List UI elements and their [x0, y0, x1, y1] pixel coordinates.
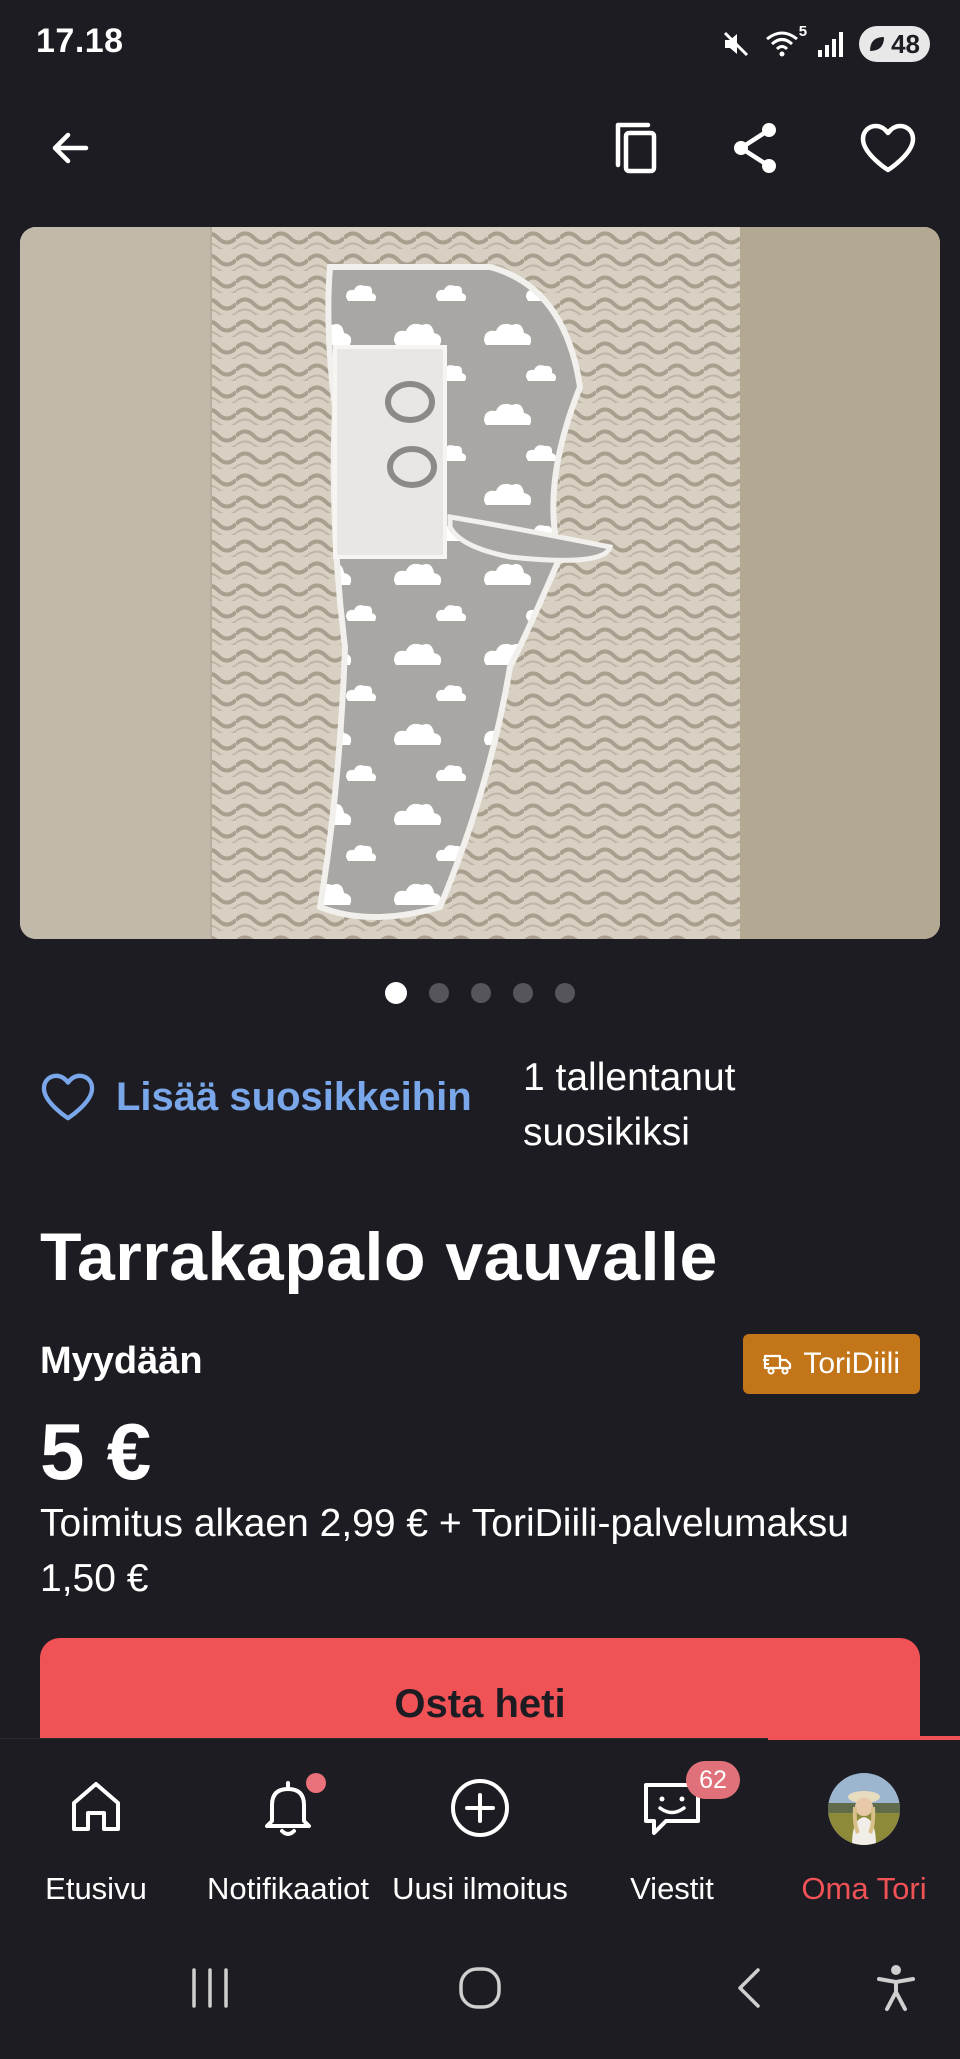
plus-circle-icon — [451, 1779, 509, 1837]
badge-label: ToriDiili — [803, 1347, 900, 1380]
pagination-dot[interactable] — [471, 983, 491, 1003]
status-bar: 17.18 5 48 — [0, 0, 960, 86]
nav-profile[interactable]: Oma Tori — [768, 1739, 960, 1929]
buy-now-label: Osta heti — [394, 1682, 566, 1726]
status-time: 17.18 — [36, 22, 124, 60]
listing-price: 5 € — [40, 1407, 152, 1496]
battery-saver-icon — [870, 37, 885, 51]
share-button[interactable] — [714, 106, 798, 190]
status-icons: 5 48 — [721, 23, 930, 64]
favorites-row: Lisää suosikkeihin 1 tallentanut suosiki… — [40, 1046, 920, 1166]
signal-icon — [818, 32, 844, 57]
share-icon — [734, 123, 776, 173]
system-back-button[interactable] — [710, 1958, 790, 2018]
home-icon — [72, 1782, 120, 1831]
pagination-dot[interactable] — [513, 983, 533, 1003]
chevron-left-icon — [738, 1968, 760, 2008]
copy-button[interactable] — [594, 106, 678, 190]
nav-home-label: Etusivu — [45, 1871, 147, 1906]
system-navigation-bar — [0, 1928, 960, 2059]
nav-new-ad-label: Uusi ilmoitus — [392, 1871, 568, 1906]
add-to-favorites-label: Lisää suosikkeihin — [116, 1074, 472, 1119]
pagination-dot[interactable] — [555, 983, 575, 1003]
add-to-favorites-button[interactable]: Lisää suosikkeihin — [40, 1072, 472, 1122]
accessibility-icon — [877, 1965, 915, 2011]
wifi-label: 5 — [798, 23, 808, 40]
notification-dot — [306, 1773, 326, 1793]
delivery-truck-icon — [763, 1354, 792, 1375]
messages-badge: 62 — [686, 1761, 740, 1799]
nav-notifications[interactable]: Notifikaatiot — [192, 1739, 384, 1929]
gallery-pagination — [0, 982, 960, 1004]
shipping-line1: Toimitus alkaen 2,99 € + ToriDiili-palve… — [40, 1502, 849, 1545]
nav-messages-label: Viestit — [630, 1871, 714, 1906]
nav-notifications-label: Notifikaatiot — [207, 1871, 369, 1906]
favorites-count-line1: 1 tallentanut — [523, 1056, 736, 1099]
nav-messages[interactable]: 62 Viestit — [576, 1739, 768, 1929]
heart-icon — [41, 1073, 95, 1121]
favorite-button[interactable] — [846, 106, 930, 190]
recent-apps-button[interactable] — [170, 1958, 250, 2018]
battery-level: 48 — [891, 28, 920, 59]
image-gallery[interactable] — [20, 227, 940, 939]
nav-profile-label: Oma Tori — [801, 1871, 927, 1906]
avatar — [828, 1773, 900, 1845]
favorites-count: 1 tallentanut suosikiksi — [523, 1050, 823, 1160]
mute-icon — [724, 31, 749, 57]
arrow-left-icon — [52, 132, 89, 164]
nav-home[interactable]: Etusivu — [0, 1739, 192, 1929]
buy-now-button[interactable]: Osta heti — [40, 1638, 920, 1738]
home-system-button[interactable] — [440, 1958, 520, 2018]
nav-new-ad[interactable]: Uusi ilmoitus — [384, 1739, 576, 1929]
shipping-info: Toimitus alkaen 2,99 € + ToriDiili-palve… — [40, 1496, 940, 1606]
listing-title: Tarrakapalo vauvalle — [40, 1219, 718, 1295]
bottom-navigation: Etusivu Notifikaatiot Uusi ilmoitus 62 V… — [0, 1736, 960, 1929]
toridiili-badge: ToriDiili — [743, 1334, 920, 1394]
favorites-count-line2: suosikiksi — [523, 1111, 690, 1154]
top-toolbar — [0, 106, 960, 190]
pagination-dot[interactable] — [429, 983, 449, 1003]
heart-icon — [860, 123, 916, 173]
sale-type: Myydään — [40, 1340, 203, 1382]
battery-indicator: 48 — [859, 26, 930, 62]
wifi-icon: 5 — [765, 23, 807, 59]
back-button[interactable] — [28, 106, 112, 190]
listing-photo — [20, 227, 940, 939]
recent-apps-icon — [192, 1968, 228, 2008]
copy-icon — [615, 122, 657, 174]
home-circle-icon — [459, 1967, 501, 2009]
shipping-line2: 1,50 € — [40, 1557, 149, 1600]
pagination-dot[interactable] — [385, 982, 407, 1004]
accessibility-button[interactable] — [856, 1958, 936, 2018]
